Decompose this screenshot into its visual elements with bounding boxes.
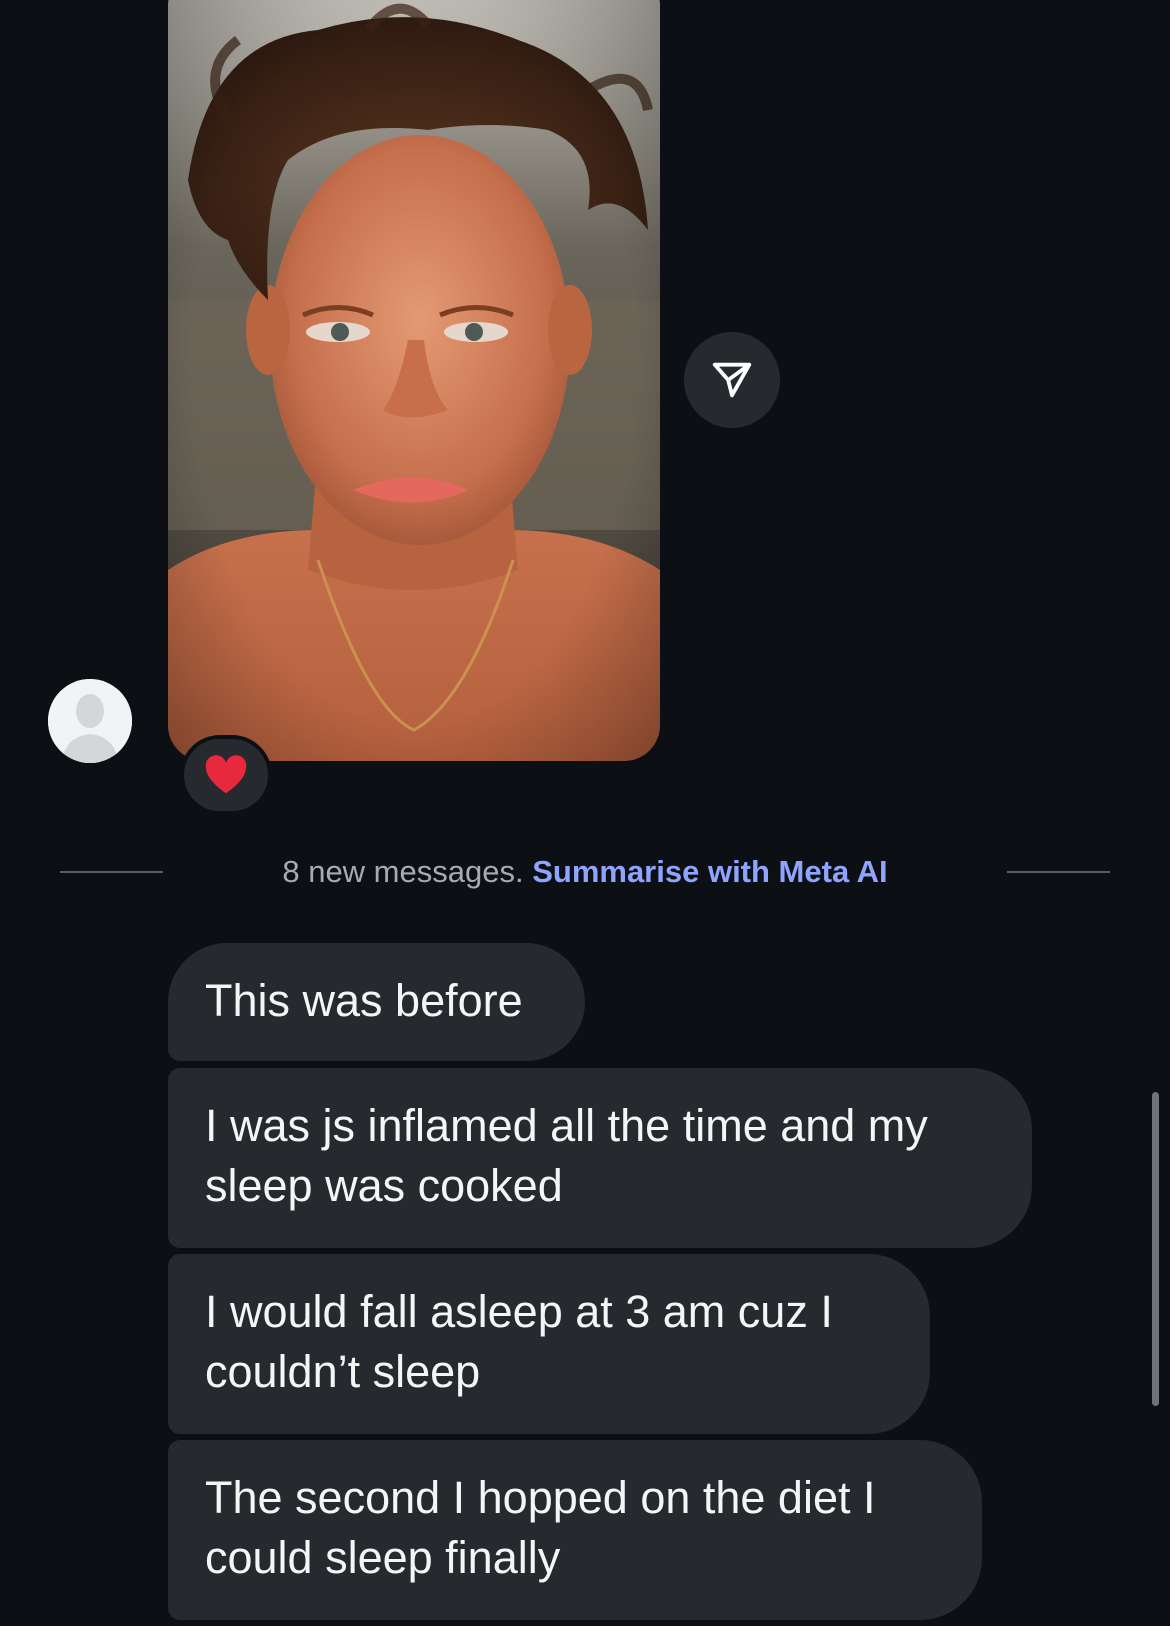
default-avatar-icon bbox=[48, 679, 132, 763]
divider-text: 8 new messages. Summarise with Meta AI bbox=[0, 854, 1170, 890]
message-bubble[interactable]: This was before bbox=[168, 943, 585, 1061]
avatar[interactable] bbox=[48, 679, 132, 763]
scrollbar[interactable] bbox=[1152, 1092, 1159, 1406]
divider-line-right bbox=[1007, 871, 1110, 873]
new-messages-divider: 8 new messages. Summarise with Meta AI bbox=[0, 850, 1170, 894]
chat-thread: 8 new messages. Summarise with Meta AI T… bbox=[0, 0, 1170, 1626]
message-text-line: couldn’t sleep bbox=[205, 1346, 481, 1397]
share-button[interactable] bbox=[684, 332, 780, 428]
heart-icon bbox=[205, 755, 247, 794]
message-text-line: I was js inflamed all the time and my bbox=[205, 1100, 928, 1151]
message-text-line: The second I hopped on the diet I bbox=[205, 1472, 876, 1523]
message-bubble[interactable]: The second I hopped on the diet I could … bbox=[168, 1440, 982, 1620]
summarise-with-meta-ai-link[interactable]: Summarise with Meta AI bbox=[532, 854, 887, 889]
message-bubble[interactable]: I would fall asleep at 3 am cuz I couldn… bbox=[168, 1254, 930, 1434]
message-text-line: I would fall asleep at 3 am cuz I bbox=[205, 1286, 833, 1337]
new-messages-count: 8 new messages. bbox=[282, 854, 524, 889]
message-bubble[interactable]: I was js inflamed all the time and my sl… bbox=[168, 1068, 1032, 1248]
message-text-line: sleep was cooked bbox=[205, 1160, 563, 1211]
send-icon bbox=[712, 362, 752, 398]
message-text-line: This was before bbox=[205, 975, 523, 1026]
message-text-line: could sleep finally bbox=[205, 1532, 561, 1583]
heart-reaction[interactable] bbox=[180, 735, 272, 815]
selfie-photo bbox=[168, 0, 660, 761]
photo-message[interactable] bbox=[168, 0, 660, 761]
